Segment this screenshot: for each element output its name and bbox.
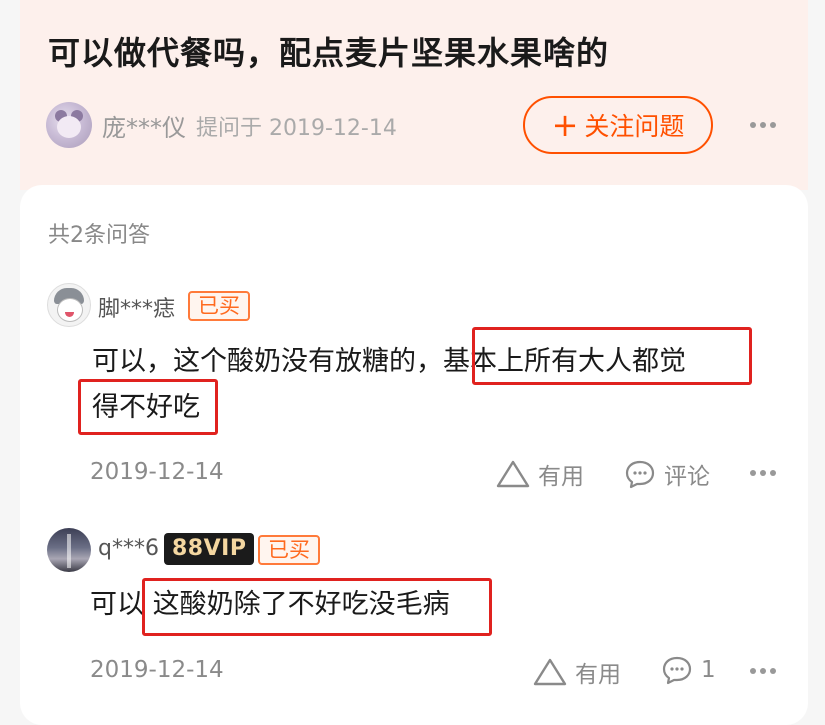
vip-badge: 88VIP [164,533,255,565]
answer-date: 2019-12-14 [90,459,224,485]
highlight-box [142,578,492,636]
thumb-up-icon [533,658,567,686]
bought-badge: 已买 [258,535,320,565]
useful-button[interactable]: 有用 [496,457,584,491]
question-header: 可以做代餐吗，配点麦片坚果水果啥的 庞***仪 提问于 2019-12-14 +… [20,0,808,190]
asker-meta: 提问于 2019-12-14 [196,116,397,141]
useful-button[interactable]: 有用 [533,655,621,689]
bought-badge: 已买 [188,291,250,321]
asker-name[interactable]: 庞***仪 [102,108,186,143]
comment-icon [662,656,692,685]
answer-username[interactable]: 脚***痣 [98,291,175,323]
comment-label: 评论 [664,464,710,490]
thumb-up-icon [496,460,530,488]
highlight-box [472,327,752,385]
question-title: 可以做代餐吗，配点麦片坚果水果啥的 [48,34,610,72]
useful-label: 有用 [575,662,621,688]
comment-button[interactable]: 1 [661,655,716,685]
more-icon[interactable] [750,470,776,476]
comment-count: 1 [701,657,716,683]
follow-question-button[interactable]: + 关注问题 [523,96,713,154]
useful-label: 有用 [538,464,584,490]
asker-avatar[interactable] [46,102,92,148]
answer-avatar[interactable] [47,528,91,572]
comment-icon [625,460,655,489]
answer-username[interactable]: q***6 [98,536,159,561]
answer-avatar[interactable] [47,283,91,327]
comment-button[interactable]: 评论 [624,457,710,491]
answers-total: 共2条问答 [48,223,150,248]
highlight-box [78,379,218,435]
answer-date: 2019-12-14 [90,657,224,683]
more-icon[interactable] [750,122,776,128]
follow-question-label: 关注问题 [584,112,685,141]
more-icon[interactable] [750,668,776,674]
answers-card: 共2条问答 脚***痣 已买 可以，这个酸奶没有放糖的，基本上所有大人都觉 得不… [20,185,808,725]
plus-icon: + [551,106,579,144]
